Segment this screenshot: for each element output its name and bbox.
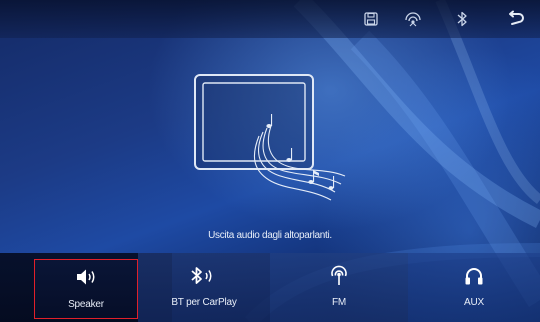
fm-source-label: FM (331, 297, 347, 308)
headphones-icon (464, 265, 484, 287)
aux-source-button[interactable]: AUX (408, 253, 540, 322)
speaker-source-label: Speaker (68, 299, 104, 310)
bluetooth-audio-icon (189, 265, 219, 287)
audio-output-message: Uscita audio dagli altoparlanti. (208, 230, 332, 241)
bt-carplay-source-label: BT per CarPlay (171, 297, 237, 308)
speaker-source-button[interactable]: Speaker (34, 259, 138, 319)
radio-signal-icon[interactable] (403, 9, 423, 29)
audio-source-bar: Speaker BT per CarPlay FM AUX (0, 253, 540, 322)
aux-source-label: AUX (464, 297, 484, 308)
fm-source-button[interactable]: FM (270, 253, 408, 322)
top-bar (0, 0, 540, 38)
save-icon[interactable] (361, 9, 381, 29)
bluetooth-icon[interactable] (452, 9, 472, 29)
speaker-output-illustration (194, 74, 346, 201)
fm-radio-icon (329, 265, 349, 287)
speaker-icon (75, 266, 97, 288)
audio-output-screen: Uscita audio dagli altoparlanti. Speaker (0, 0, 540, 322)
bt-carplay-source-button[interactable]: BT per CarPlay (138, 253, 270, 322)
back-icon[interactable] (505, 9, 525, 29)
